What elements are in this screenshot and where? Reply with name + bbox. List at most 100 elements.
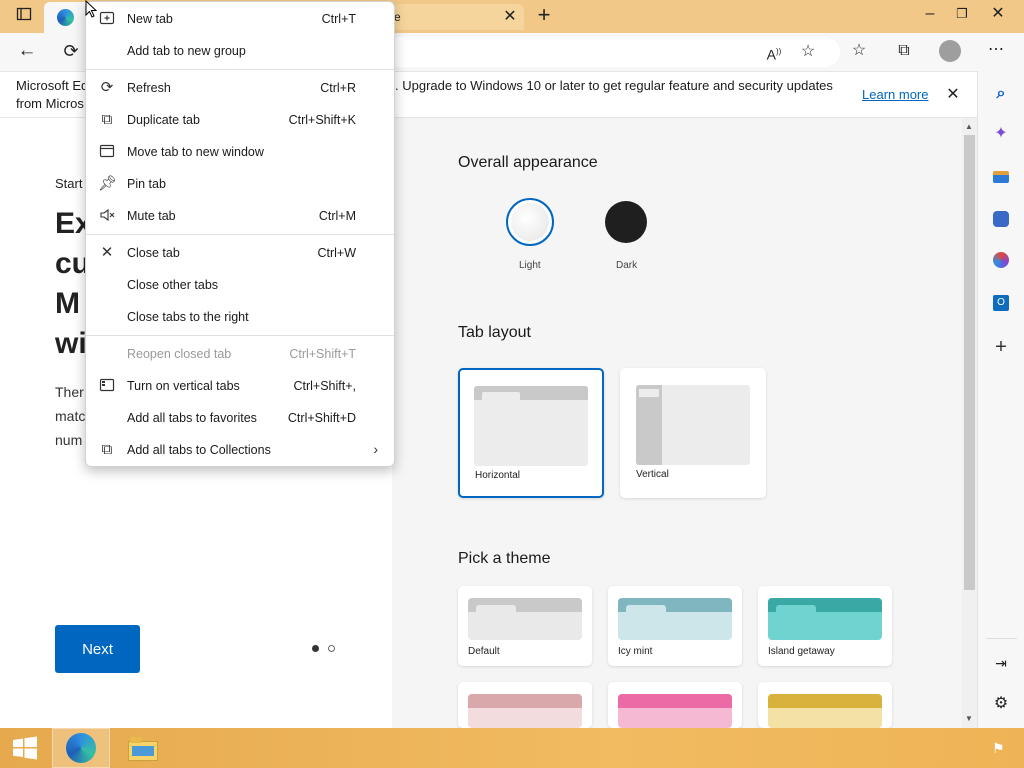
theme-card-pink-light[interactable]	[458, 682, 592, 728]
favorites-icon[interactable]: ☆	[849, 41, 869, 61]
theme-default[interactable]: Default	[458, 586, 592, 666]
menu-label: Reopen closed tab	[127, 347, 232, 361]
scroll-up-icon[interactable]: ▲	[965, 122, 973, 131]
scroll-thumb[interactable]	[964, 135, 975, 590]
copilot-icon[interactable]: ✦	[990, 124, 1012, 146]
vertical-layout-option[interactable]: Vertical	[620, 368, 766, 498]
edge-icon	[66, 733, 96, 763]
theme-card-pink[interactable]	[608, 682, 742, 728]
menu-item-add-tabs-collections[interactable]: ⧉ Add all tabs to Collections ›	[86, 434, 394, 466]
light-theme-option[interactable]	[506, 198, 554, 246]
add-favorite-icon[interactable]: ☆	[798, 42, 818, 62]
menu-item-vertical-tabs[interactable]: Turn on vertical tabs Ctrl+Shift+,	[86, 370, 394, 402]
theme-icy-mint[interactable]: Icy mint	[608, 586, 742, 666]
menu-item-pin-tab[interactable]: 📌︎ Pin tab	[86, 168, 394, 200]
tools-icon[interactable]	[993, 171, 1009, 183]
menu-shortcut: Ctrl+W	[317, 246, 356, 260]
menu-shortcut: Ctrl+Shift+,	[293, 379, 356, 393]
tab-close-icon[interactable]: ✕	[500, 7, 520, 27]
edge-logo-icon	[57, 9, 74, 26]
body-line: num	[55, 432, 83, 448]
dismiss-info-icon[interactable]: ✕	[943, 85, 963, 105]
dark-label: Dark	[616, 260, 638, 271]
collections-icon: ⧉	[101, 441, 113, 458]
menu-label: Add all tabs to favorites	[127, 411, 257, 425]
menu-label: Move tab to new window	[127, 145, 264, 159]
edge-sidebar: ⌕ ✦ O + ⇥ ⚙	[977, 71, 1024, 728]
horizontal-label: Horizontal	[475, 470, 521, 481]
body-line: matc	[55, 408, 86, 424]
menu-label: Pin tab	[127, 177, 166, 191]
tab-context-menu: New tab Ctrl+T Add tab to new group ⟳ Re…	[85, 1, 395, 467]
menu-label: Refresh	[127, 81, 171, 95]
menu-item-mute-tab[interactable]: Mute tab Ctrl+M	[86, 200, 394, 232]
menu-item-close-tabs-right[interactable]: Close tabs to the right	[86, 301, 394, 333]
menu-shortcut: Ctrl+Shift+T	[289, 347, 356, 361]
tab-actions-icon[interactable]	[14, 6, 34, 26]
info-text-left-1: Microsoft Ed	[16, 78, 89, 93]
menu-item-add-tab-to-group[interactable]: Add tab to new group	[86, 35, 394, 67]
close-window-icon[interactable]: ✕	[986, 4, 1010, 24]
menu-label: Duplicate tab	[127, 113, 200, 127]
menu-item-add-tabs-favorites[interactable]: Add all tabs to favorites Ctrl+Shift+D	[86, 402, 394, 434]
menu-label: Close tabs to the right	[127, 310, 249, 324]
menu-item-duplicate-tab[interactable]: ⧉ Duplicate tab Ctrl+Shift+K	[86, 104, 394, 136]
close-icon: ✕	[100, 244, 114, 261]
action-center-flag-icon[interactable]: ⚑	[992, 740, 1008, 756]
windows-start-icon[interactable]	[12, 736, 38, 760]
duplicate-icon: ⧉	[101, 111, 113, 128]
scroll-down-icon[interactable]: ▼	[965, 714, 973, 723]
hide-sidebar-icon[interactable]: ⇥	[990, 653, 1012, 675]
dark-theme-option[interactable]	[605, 201, 647, 243]
refresh-icon: ⟳	[100, 79, 114, 96]
menu-label: Add all tabs to Collections	[127, 443, 271, 457]
refresh-icon[interactable]: ⟳	[60, 41, 82, 63]
menu-item-reopen-closed-tab: Reopen closed tab Ctrl+Shift+T	[86, 338, 394, 370]
theme-card-yellow[interactable]	[758, 682, 892, 728]
minimize-icon[interactable]: –	[918, 4, 942, 24]
menu-label: Add tab to new group	[127, 44, 246, 58]
add-sidebar-app-icon[interactable]: +	[990, 337, 1012, 359]
search-icon[interactable]: ⌕	[990, 84, 1012, 106]
outlook-icon[interactable]: O	[993, 295, 1009, 311]
page-dot[interactable]	[328, 645, 335, 652]
back-icon[interactable]: ←	[16, 41, 38, 63]
menu-shortcut: Ctrl+T	[321, 12, 356, 26]
file-explorer-icon[interactable]	[128, 735, 158, 761]
new-tab-icon[interactable]: +	[533, 4, 555, 27]
vertical-label: Vertical	[636, 469, 669, 480]
office-icon[interactable]	[993, 252, 1009, 268]
read-aloud-icon[interactable]: A))	[764, 42, 784, 63]
menu-label: Mute tab	[127, 209, 176, 223]
pick-theme-heading: Pick a theme	[458, 550, 551, 567]
overall-appearance-heading: Overall appearance	[458, 154, 598, 171]
menu-separator	[86, 234, 394, 235]
body-line: Ther	[55, 384, 84, 400]
theme-island-getaway-label: Island getaway	[768, 646, 835, 657]
menu-item-close-tab[interactable]: ✕ Close tab Ctrl+W	[86, 237, 394, 269]
sidebar-settings-icon[interactable]: ⚙	[990, 694, 1012, 716]
learn-more-link[interactable]: Learn more	[862, 87, 928, 102]
page-dot-active[interactable]	[312, 645, 319, 652]
taskbar: ⚑	[0, 728, 1024, 768]
vertical-tabs-icon	[98, 377, 116, 395]
collections-icon[interactable]: ⧉	[893, 41, 915, 61]
mouse-cursor-icon	[85, 0, 98, 18]
more-options-icon[interactable]: ⋯	[985, 40, 1007, 62]
info-text-right: . Upgrade to Windows 10 or later to get …	[395, 78, 833, 93]
mute-icon	[98, 207, 116, 225]
restore-icon[interactable]: ❐	[950, 4, 974, 24]
menu-item-close-other-tabs[interactable]: Close other tabs	[86, 269, 394, 301]
submenu-chevron-icon: ›	[373, 441, 378, 457]
info-text-left-2: from Micros	[16, 96, 84, 111]
menu-item-new-tab[interactable]: New tab Ctrl+T	[86, 3, 394, 35]
menu-item-refresh[interactable]: ⟳ Refresh Ctrl+R	[86, 72, 394, 104]
theme-island-getaway[interactable]: Island getaway	[758, 586, 892, 666]
taskbar-edge-button[interactable]	[52, 728, 110, 768]
menu-item-move-to-window[interactable]: Move tab to new window	[86, 136, 394, 168]
profile-avatar[interactable]	[939, 40, 961, 62]
tab-2[interactable]: e ✕	[394, 4, 524, 30]
horizontal-layout-option[interactable]: Horizontal	[458, 368, 604, 498]
next-button[interactable]: Next	[55, 625, 140, 673]
games-icon[interactable]	[993, 211, 1009, 227]
